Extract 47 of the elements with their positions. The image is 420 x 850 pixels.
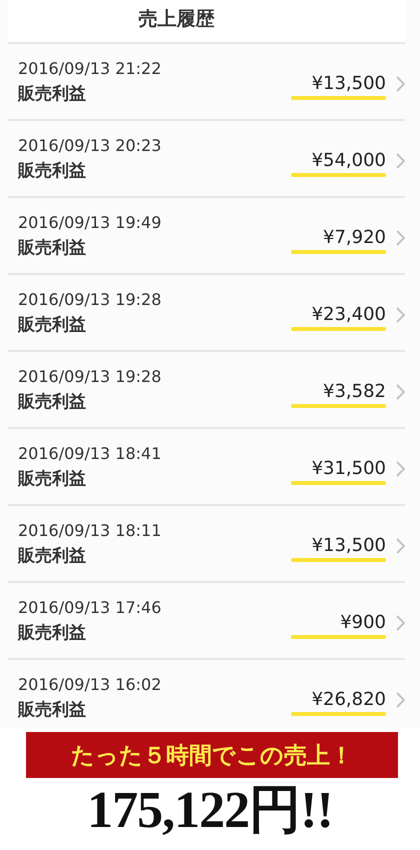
sales-row[interactable]: 2016/09/13 18:41 販売利益 ¥31,500 <box>8 429 405 506</box>
chevron-icon <box>396 538 405 554</box>
row-label: 販売利益 <box>18 698 87 720</box>
chevron-icon <box>396 460 405 476</box>
row-datetime: 2016/09/13 16:02 <box>18 674 162 694</box>
row-label: 販売利益 <box>18 314 87 336</box>
row-label: 販売利益 <box>18 468 87 490</box>
row-amount: ¥26,820 <box>312 689 386 710</box>
chevron-icon <box>396 152 405 168</box>
row-label: 販売利益 <box>18 622 87 644</box>
row-datetime: 2016/09/13 18:11 <box>18 520 162 540</box>
sales-row[interactable]: 2016/09/13 20:23 販売利益 ¥54,000 <box>8 121 405 198</box>
sales-row[interactable]: 2016/09/13 21:22 販売利益 ¥13,500 <box>8 44 405 121</box>
row-datetime: 2016/09/13 20:23 <box>18 136 162 154</box>
row-amount: ¥13,500 <box>312 535 386 556</box>
sales-row[interactable]: 2016/09/13 19:49 販売利益 ¥7,920 <box>8 198 405 275</box>
sales-row[interactable]: 2016/09/13 17:46 販売利益 ¥900 <box>8 583 405 660</box>
sales-row[interactable]: 2016/09/13 19:28 販売利益 ¥3,582 <box>8 352 405 429</box>
row-datetime: 2016/09/13 17:46 <box>18 598 162 616</box>
chevron-icon <box>396 384 405 400</box>
row-amount: ¥900 <box>340 612 386 633</box>
chevron-icon <box>396 692 405 708</box>
row-label: 販売利益 <box>18 82 87 104</box>
chevron-icon <box>396 614 405 630</box>
sales-row[interactable]: 2016/09/13 19:28 販売利益 ¥23,400 <box>8 275 405 352</box>
row-amount: ¥23,400 <box>312 304 386 325</box>
row-label: 販売利益 <box>18 160 87 182</box>
total-amount: 175,122円!! <box>86 781 334 841</box>
row-amount: ¥3,582 <box>323 381 386 402</box>
chevron-icon <box>396 76 405 92</box>
row-datetime: 2016/09/13 19:28 <box>18 366 162 386</box>
row-datetime: 2016/09/13 18:41 <box>18 444 162 462</box>
row-label: 販売利益 <box>18 544 87 566</box>
row-datetime: 2016/09/13 19:49 <box>18 212 162 232</box>
row-datetime: 2016/09/13 19:28 <box>18 290 162 308</box>
row-datetime: 2016/09/13 21:22 <box>18 58 162 78</box>
row-label: 販売利益 <box>18 390 87 412</box>
page-title: 売上履歴 <box>138 7 214 32</box>
row-amount: ¥13,500 <box>312 73 386 94</box>
row-amount: ¥31,500 <box>312 458 386 479</box>
sales-row[interactable]: 2016/09/13 18:11 販売利益 ¥13,500 <box>8 506 405 583</box>
row-amount: ¥7,920 <box>323 227 386 248</box>
chevron-icon <box>396 306 405 322</box>
row-amount: ¥54,000 <box>312 150 386 171</box>
banner-text: たった５時間でこの売上！ <box>71 740 353 770</box>
row-label: 販売利益 <box>18 236 87 258</box>
chevron-icon <box>396 230 405 246</box>
